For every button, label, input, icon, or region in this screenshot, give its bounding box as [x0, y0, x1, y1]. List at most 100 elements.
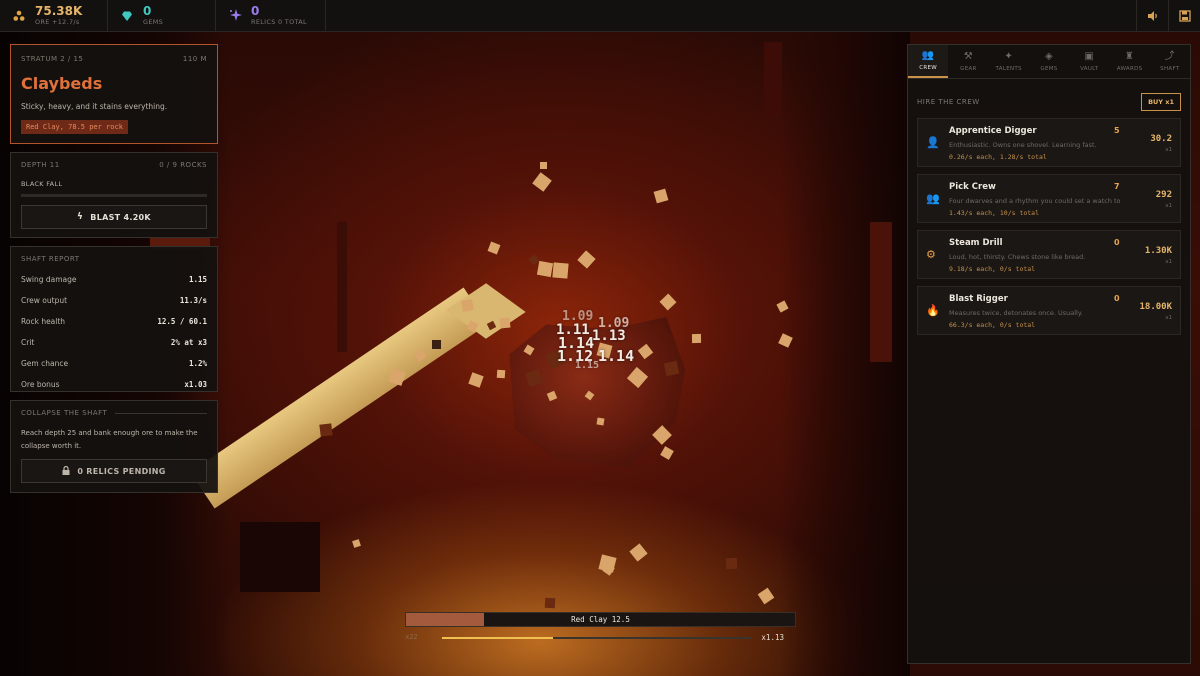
- flame-icon: 🔥: [926, 304, 940, 317]
- gear-icon: ⚙: [926, 248, 936, 261]
- crew-owned-count: 0: [1114, 238, 1120, 247]
- ore-yield-badge: Red Clay, 78.5 per rock: [21, 120, 128, 134]
- report-row: Gem chance 1.2%: [21, 359, 207, 368]
- pickaxe-rivet: [432, 340, 441, 349]
- trophy-icon: ♜: [1124, 50, 1135, 62]
- tab-gear[interactable]: ⚒ GEAR: [948, 45, 988, 78]
- rock-chip: [691, 333, 702, 344]
- rock-chip: [461, 299, 474, 312]
- collapse-description: Reach depth 25 and bank enough ore to ma…: [21, 429, 198, 450]
- save-icon[interactable]: [1168, 0, 1200, 32]
- tab-talents[interactable]: ✦ TALENTS: [989, 45, 1029, 78]
- rock-health-bar: Red Clay 12.5: [405, 612, 796, 627]
- depth-progress-bar: [21, 194, 207, 197]
- tab-label: SHAFT: [1160, 65, 1180, 72]
- crew-card-blast-rigger[interactable]: 🔥 Blast Rigger Measures twice, detonates…: [917, 286, 1181, 335]
- speaker-icon[interactable]: [1136, 0, 1168, 32]
- gem-icon: [120, 9, 134, 23]
- gem-counter: 0 GEMS: [108, 0, 216, 31]
- blast-button[interactable]: ϟ BLAST 4.20K: [21, 205, 207, 229]
- gem-label: GEMS: [143, 18, 164, 26]
- chart-icon: ⤴: [1164, 50, 1175, 62]
- report-row: Ore bonus x1.03: [21, 380, 207, 389]
- crew-rate: 9.18/s each, 0/s total: [949, 265, 1036, 273]
- rock-chip: [757, 587, 775, 605]
- pickaxe-icon: ⚒: [963, 50, 974, 62]
- crew-description: Loud, hot, thirsty. Chews stone like bre…: [949, 253, 1086, 261]
- report-row: Crit 2% at x3: [21, 338, 207, 347]
- tab-crew[interactable]: 👥 CREW: [908, 45, 949, 78]
- combo-fill: [442, 637, 554, 639]
- crew-multiplier: x1: [1165, 147, 1172, 153]
- blast-button-label: BLAST 4.20K: [90, 212, 151, 222]
- crew-owned-count: 0: [1114, 294, 1120, 303]
- shaft-block: [870, 222, 892, 362]
- collapse-title: COLLAPSE THE SHAFT: [21, 409, 108, 417]
- rock-chip: [540, 162, 547, 169]
- tab-awards[interactable]: ♜ AWARDS: [1109, 45, 1149, 78]
- crew-multiplier: x1: [1165, 203, 1172, 209]
- rock-chip: [532, 172, 552, 192]
- crew-name: Blast Rigger: [949, 294, 1008, 304]
- tab-label: VAULT: [1080, 65, 1099, 72]
- buy-quantity-button[interactable]: BUY x1: [1141, 93, 1181, 111]
- report-value: 1.15: [188, 275, 207, 284]
- gem-icon: ◈: [1044, 50, 1053, 62]
- rock-chip: [352, 539, 361, 548]
- report-row: Crew output 11.3/s: [21, 296, 207, 305]
- gem-value: 0: [143, 4, 152, 18]
- sparkle-icon: ✦: [1004, 50, 1014, 62]
- combo-count: x22: [405, 633, 418, 641]
- black-fall-label: BLACK FALL: [21, 180, 63, 188]
- rock-chip: [544, 597, 556, 609]
- crew-owned-count: 5: [1114, 126, 1120, 135]
- report-value: 11.3/s: [179, 296, 207, 305]
- tab-gems[interactable]: ◈ GEMS: [1029, 45, 1069, 78]
- rock-chip: [660, 446, 674, 460]
- crew-price: 30.2: [1150, 134, 1172, 144]
- report-value: 12.5 / 60.1: [157, 317, 207, 326]
- crew-card-pick-crew[interactable]: 👥 Pick Crew Four dwarves and a rhythm yo…: [917, 174, 1181, 223]
- stratum-name: Claybeds: [21, 74, 103, 93]
- rock-chip: [653, 188, 669, 204]
- crew-description: Four dwarves and a rhythm you could set …: [949, 197, 1121, 205]
- rock-chip: [319, 423, 333, 437]
- report-key: Gem chance: [21, 359, 69, 368]
- rock-chip: [552, 262, 569, 279]
- tab-label: GEMS: [1040, 65, 1058, 72]
- shaft-block: [337, 222, 347, 352]
- crew-card-apprentice-digger[interactable]: 👤 Apprentice Digger Enthusiastic. Owns o…: [917, 118, 1181, 167]
- depth-label: DEPTH 11: [21, 161, 60, 169]
- rock-chip: [659, 293, 677, 311]
- shaft-block: [240, 522, 320, 592]
- rock-chip: [725, 557, 738, 570]
- ore-cluster-icon: [12, 9, 26, 23]
- report-value: 2% at x3: [170, 338, 207, 347]
- collapse-button[interactable]: 0 RELICS PENDING: [21, 459, 207, 483]
- crew-description: Enthusiastic. Owns one shovel. Learning …: [949, 141, 1097, 149]
- relic-value: 0: [251, 4, 260, 18]
- crew-price: 292: [1155, 190, 1172, 200]
- report-value: x1.03: [184, 380, 207, 389]
- depth-panel: DEPTH 11 0 / 9 ROCKS BLACK FALL ϟ BLAST …: [10, 152, 218, 238]
- tab-label: GEAR: [960, 65, 977, 72]
- report-row: Rock health 12.5 / 60.1: [21, 317, 207, 326]
- tab-label: AWARDS: [1116, 65, 1143, 72]
- stratum-label: STRATUM 2 / 15: [21, 55, 84, 63]
- ore-value: 75.38K: [35, 4, 83, 18]
- report-key: Crew output: [21, 296, 68, 305]
- collapse-button-label: 0 RELICS PENDING: [77, 466, 166, 476]
- group-icon: 👥: [926, 192, 940, 205]
- report-key: Rock health: [21, 317, 66, 326]
- crew-multiplier: x1: [1165, 259, 1172, 265]
- ore-rate: ORE +12.7/s: [35, 18, 80, 26]
- crew-card-steam-drill[interactable]: ⚙ Steam Drill Loud, hot, thirsty. Chews …: [917, 230, 1181, 279]
- crew-name: Steam Drill: [949, 238, 1003, 248]
- stratum-description: Sticky, heavy, and it stains everything.: [21, 102, 168, 111]
- tab-vault[interactable]: ▣ VAULT: [1069, 45, 1109, 78]
- tab-label: CREW: [919, 64, 938, 71]
- collapse-panel: COLLAPSE THE SHAFT Reach depth 25 and ba…: [10, 400, 218, 493]
- tab-shaft[interactable]: ⤴ SHAFT: [1150, 45, 1190, 78]
- rock-chip: [499, 317, 511, 329]
- sparkle-icon: [228, 9, 242, 23]
